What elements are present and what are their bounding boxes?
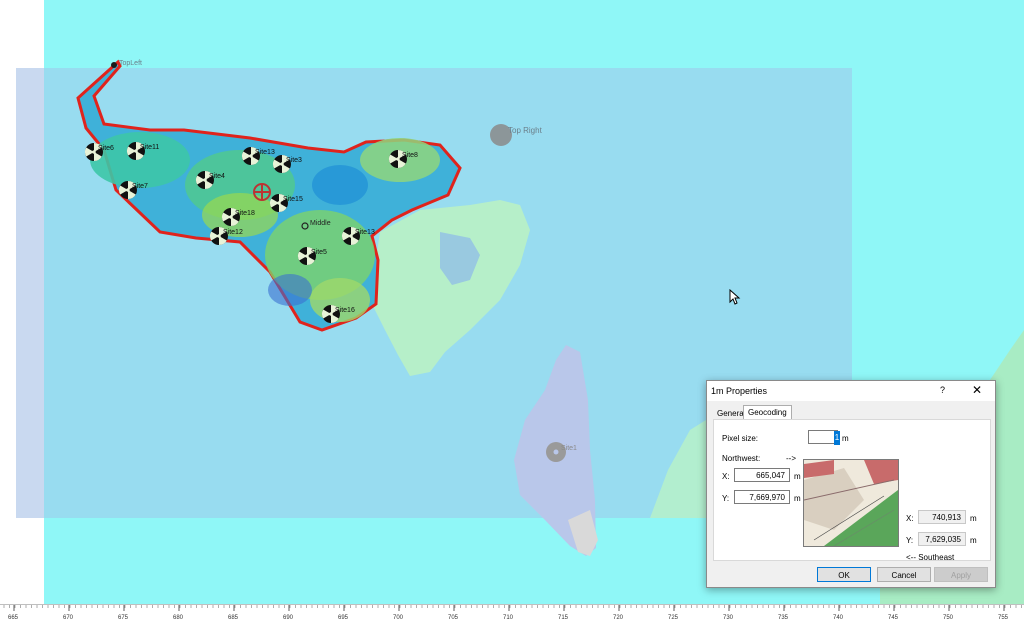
coverage-zone — [268, 274, 312, 306]
northwest-label: Northwest: — [722, 454, 761, 463]
dialog-title: 1m Properties — [711, 386, 768, 396]
site-label-south: Site1 — [561, 445, 577, 452]
site-label: Site4 — [209, 173, 225, 180]
pixel-size-input[interactable]: 1 — [808, 430, 840, 445]
ruler-tick-label: 685 — [228, 615, 239, 621]
pixel-size-unit: m — [842, 434, 849, 443]
top-left-marker[interactable] — [111, 62, 117, 68]
nw-x-unit: m — [794, 472, 801, 481]
coverage-zone — [310, 278, 370, 322]
ruler-tick-label: 740 — [833, 615, 844, 621]
site-label: Site5 — [311, 249, 327, 256]
raster-extent-left — [16, 68, 44, 518]
ruler-tick-label: 695 — [338, 615, 349, 621]
ruler-tick-label: 720 — [613, 615, 624, 621]
ok-button[interactable]: OK — [817, 567, 871, 582]
nw-x-label: X: — [722, 472, 730, 481]
ruler-tick-label: 690 — [283, 615, 294, 621]
nw-y-label: Y: — [722, 494, 730, 503]
site-label: Site13 — [255, 149, 275, 156]
ruler-tick-label: 735 — [778, 615, 789, 621]
dialog-title-bar[interactable]: 1m Properties ? ✕ — [707, 381, 995, 401]
top-right-label: Top Right — [508, 126, 543, 135]
top-left-label: TopLeft — [119, 60, 142, 67]
se-y-label: Y: — [906, 536, 914, 545]
middle-label: Middle — [310, 220, 331, 227]
site-label: Site6 — [98, 145, 114, 152]
ruler-tick-label: 750 — [943, 615, 954, 621]
horizontal-ruler: 665 670 675 680 685 690 695 700 705 710 715 720 725 7… — [0, 604, 1024, 621]
ruler-tick-label: 710 — [503, 615, 514, 621]
site-label: Site13 — [355, 229, 375, 236]
coverage-zone — [90, 132, 190, 188]
cancel-button[interactable]: Cancel — [877, 567, 931, 582]
site-label: Site7 — [132, 183, 148, 190]
nw-x-input[interactable]: 665,047 — [734, 468, 790, 482]
nw-y-unit: m — [794, 494, 801, 503]
map-thumbnail — [803, 459, 899, 547]
site-label: Site16 — [335, 307, 355, 314]
ruler-tick-label: 675 — [118, 615, 129, 621]
site-label: Site11 — [140, 144, 159, 151]
southeast-label: <-- Southeast — [906, 553, 955, 562]
ruler-tick-label: 700 — [393, 615, 404, 621]
ruler-tick-label: 715 — [558, 615, 569, 621]
ruler-tick-label: 730 — [723, 615, 734, 621]
se-y-unit: m — [970, 536, 977, 545]
site-label: Site3 — [286, 157, 302, 164]
site-label: Site8 — [402, 152, 418, 159]
site-label: Site12 — [223, 229, 243, 236]
site-label: Site15 — [283, 196, 303, 203]
northwest-arrow: --> — [786, 454, 796, 463]
ruler-tick-label: 725 — [668, 615, 679, 621]
properties-dialog: 1m Properties ? ✕ General Geocoding Pixe… — [706, 380, 996, 588]
se-y-field: 7,629,035 — [918, 532, 966, 546]
ruler-tick-label: 665 — [8, 615, 19, 621]
se-x-label: X: — [906, 514, 914, 523]
tab-geocoding[interactable]: Geocoding — [743, 405, 792, 420]
ruler-tick-label: 705 — [448, 615, 459, 621]
se-x-field: 740,913 — [918, 510, 966, 524]
apply-button[interactable]: Apply — [934, 567, 988, 582]
se-x-unit: m — [970, 514, 977, 523]
ruler-tick-label: 670 — [63, 615, 74, 621]
ruler-tick-label: 680 — [173, 615, 184, 621]
help-button[interactable]: ? — [940, 385, 945, 395]
ruler-tick-label: 755 — [998, 615, 1009, 621]
nw-y-input[interactable]: 7,669,970 — [734, 490, 790, 504]
site-label: Site18 — [235, 210, 255, 217]
target-marker[interactable] — [253, 183, 271, 201]
mouse-cursor-icon — [729, 289, 741, 305]
pixel-size-label: Pixel size: — [722, 434, 759, 443]
close-button[interactable]: ✕ — [972, 383, 982, 397]
ruler-tick-label: 745 — [888, 615, 899, 621]
coverage-zone — [312, 165, 368, 205]
